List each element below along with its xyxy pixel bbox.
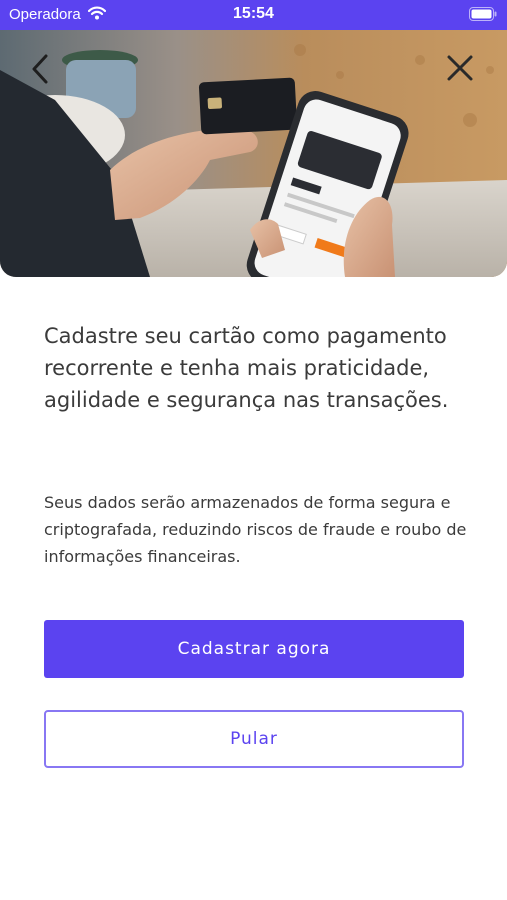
status-time: 15:54 xyxy=(233,5,274,22)
description: Seus dados serão armazenados de forma se… xyxy=(44,493,467,566)
hero-image xyxy=(0,30,507,277)
battery-icon xyxy=(469,7,497,26)
register-now-button[interactable]: Cadastrar agora xyxy=(44,620,464,678)
close-button[interactable] xyxy=(444,52,476,84)
status-bar: Operadora 15:54 xyxy=(0,0,507,30)
hand-holding-card-and-phone-photo xyxy=(0,30,507,277)
back-button[interactable] xyxy=(26,52,56,86)
chevron-left-icon xyxy=(32,54,48,84)
headline: Cadastre seu cartão como pagamento recor… xyxy=(44,324,449,412)
close-icon xyxy=(447,55,473,81)
skip-button[interactable]: Pular xyxy=(44,710,464,768)
